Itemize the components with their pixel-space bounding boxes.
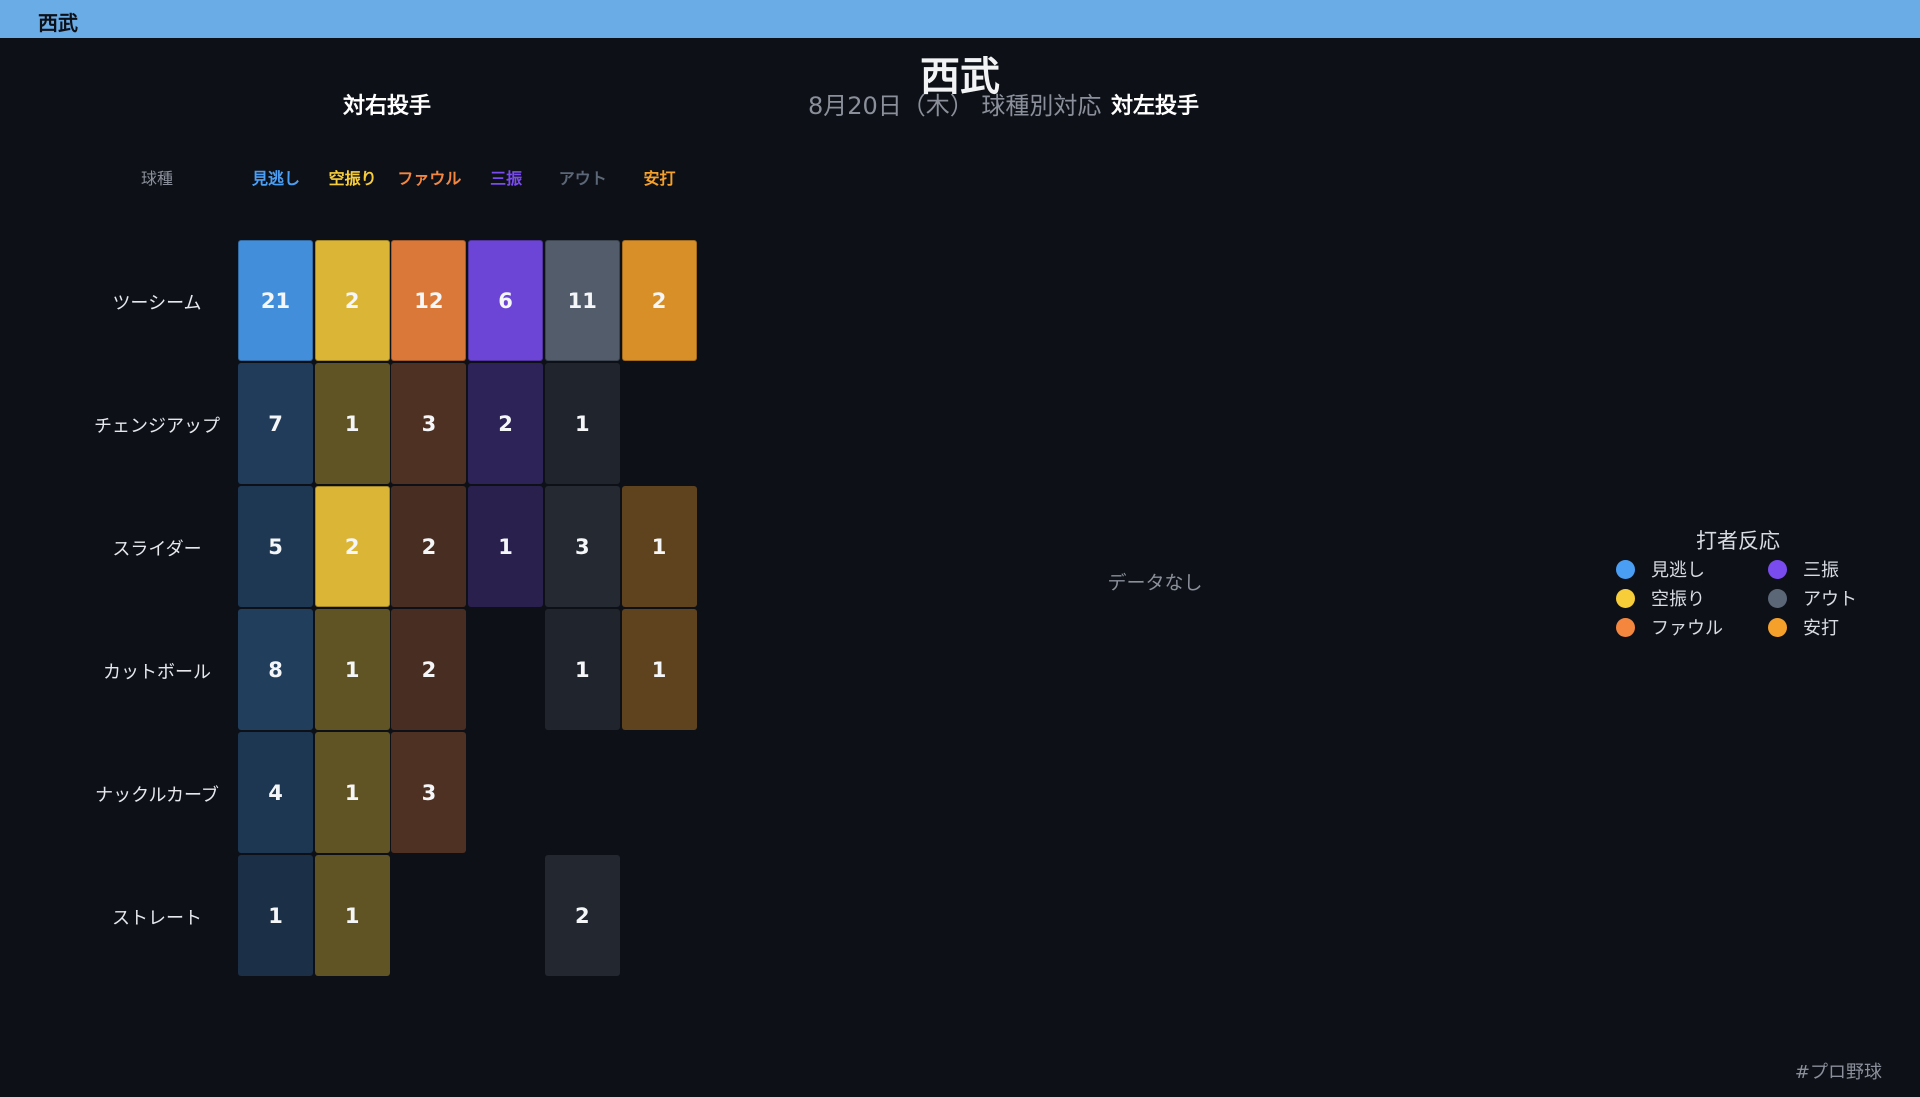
heatmap-cell: 1 [468,486,544,607]
legend-item: 見逃し [1616,557,1705,581]
heatmap-cell: 3 [391,732,467,853]
row-label: チェンジアップ [94,415,220,437]
heatmap-cell: 2 [391,486,467,607]
row-label: カットボール [103,661,211,683]
row-label: ツーシーム [112,292,202,314]
heatmap-cell: 4 [238,732,313,853]
pitch-type-header: 球種 [140,169,173,188]
top-bar: 西武 [0,0,1920,38]
heatmap-cell: 2 [314,486,390,607]
heatmap-cell: 2 [468,363,544,484]
row-label: ナックルカーブ [95,784,219,806]
top-bar-title: 西武 [38,11,78,35]
legend-item: 空振り [1616,586,1705,610]
heatmap-cell: 5 [238,486,313,607]
no-data-label: データなし [1107,572,1203,594]
legend-item: アウト [1768,586,1857,610]
legend-label: 三振 [1803,560,1839,581]
legend-swatch [1616,588,1635,608]
column-header: 安打 [643,169,676,188]
panel-title-left-pitcher: 対左投手 [1110,94,1199,119]
legend-label: アウト [1803,589,1857,610]
heatmap-cell: 1 [238,855,313,976]
hashtag-label: #プロ野球 [1794,1062,1882,1083]
heatmap-cell: 8 [238,609,313,730]
heatmap-cell: 6 [468,240,544,361]
column-header: アウト [558,169,607,188]
heatmap-cell: 1 [314,855,390,976]
row-label: ストレート [112,907,202,929]
legend-label: 見逃し [1651,560,1705,581]
heatmap-cell: 12 [391,240,467,361]
legend-swatch [1768,559,1787,579]
heatmap-cell: 1 [544,609,620,730]
legend-swatch [1768,588,1787,608]
heatmap-cell: 2 [621,240,697,361]
heatmap-cell: 1 [314,363,390,484]
heatmap-cell: 21 [238,240,313,361]
legend-item: 三振 [1768,557,1839,581]
column-header: 見逃し [251,169,300,188]
legend-label: 安打 [1803,618,1839,639]
heatmap-cell: 3 [391,363,467,484]
heatmap-cell: 7 [238,363,313,484]
heatmap-cell: 1 [314,732,390,853]
legend-item: ファウル [1616,615,1723,639]
legend-swatch [1616,559,1635,579]
heatmap-cell: 1 [544,363,620,484]
legend-swatch [1768,617,1787,637]
heatmap-cell: 1 [621,609,697,730]
column-header: 空振り [328,169,377,188]
heatmap-cell: 3 [544,486,620,607]
column-header: 三振 [490,169,523,188]
heatmap-cell: 11 [544,240,620,361]
legend-title: 打者反応 [1696,529,1780,553]
heatmap-cell: 1 [621,486,697,607]
row-label: スライダー [112,538,202,560]
column-header: ファウル [397,169,462,188]
legend-item: 安打 [1768,615,1839,639]
legend-label: 空振り [1651,589,1705,610]
heatmap-cell: 2 [544,855,620,976]
legend-label: ファウル [1651,618,1723,639]
panel-title-right-pitcher: 対右投手 [342,94,431,119]
heatmap-cell: 1 [314,609,390,730]
heatmap-cell: 2 [314,240,390,361]
heatmap-cell: 2 [391,609,467,730]
legend-swatch [1616,617,1635,637]
